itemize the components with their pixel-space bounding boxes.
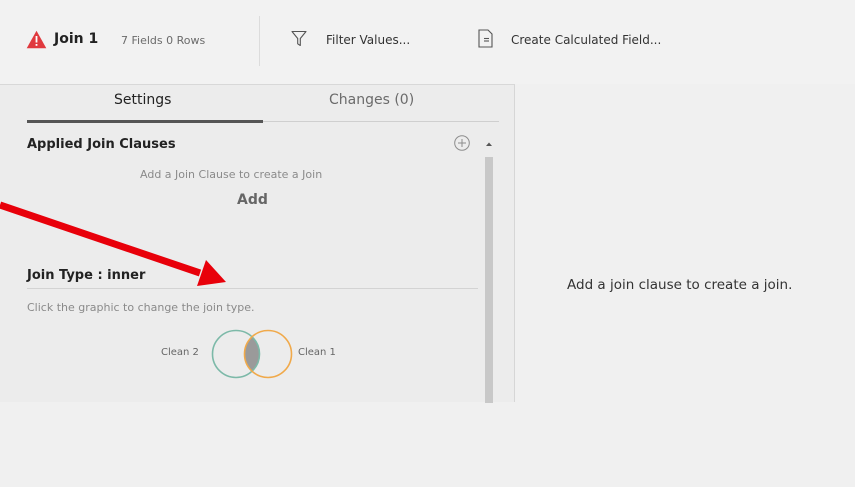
join-type-venn-diagram[interactable] (211, 329, 295, 379)
join-type-heading: Join Type : inner (27, 268, 146, 283)
step-field-row-count: 7 Fields 0 Rows (121, 34, 206, 47)
add-join-clause-button[interactable]: Add (237, 192, 268, 208)
plus-circle-icon[interactable] (454, 135, 470, 151)
create-calculated-field-button[interactable]: Create Calculated Field... (511, 33, 661, 47)
active-tab-indicator (27, 120, 263, 123)
step-title[interactable]: Join 1 (54, 31, 98, 47)
filter-values-button[interactable]: Filter Values... (326, 33, 410, 47)
tab-divider (263, 121, 499, 122)
filter-funnel-icon[interactable] (291, 30, 307, 47)
applied-join-clauses-heading: Applied Join Clauses (27, 137, 176, 152)
join-type-divider (27, 288, 478, 289)
join-type-hint: Click the graphic to change the join typ… (27, 301, 255, 314)
join-settings-panel: Settings Changes (0) Applied Join Clause… (0, 84, 515, 403)
calculated-field-icon[interactable] (478, 29, 493, 48)
venn-right-input-label: Clean 1 (298, 347, 336, 358)
toolbar-divider (259, 16, 260, 66)
join-clause-hint: Add a Join Clause to create a Join (140, 168, 323, 181)
scrollbar-thumb[interactable] (485, 157, 493, 403)
annotation-arrow (0, 201, 226, 286)
venn-left-input-label: Clean 2 (161, 347, 199, 358)
scroll-up-icon[interactable] (485, 141, 493, 147)
join-results-empty-message: Add a join clause to create a join. (567, 277, 793, 293)
step-toolbar: Join 1 7 Fields 0 Rows Filter Values... … (0, 0, 855, 84)
tab-settings[interactable]: Settings (114, 92, 171, 108)
tab-changes[interactable]: Changes (0) (329, 92, 414, 108)
warning-triangle-icon[interactable] (26, 30, 47, 49)
